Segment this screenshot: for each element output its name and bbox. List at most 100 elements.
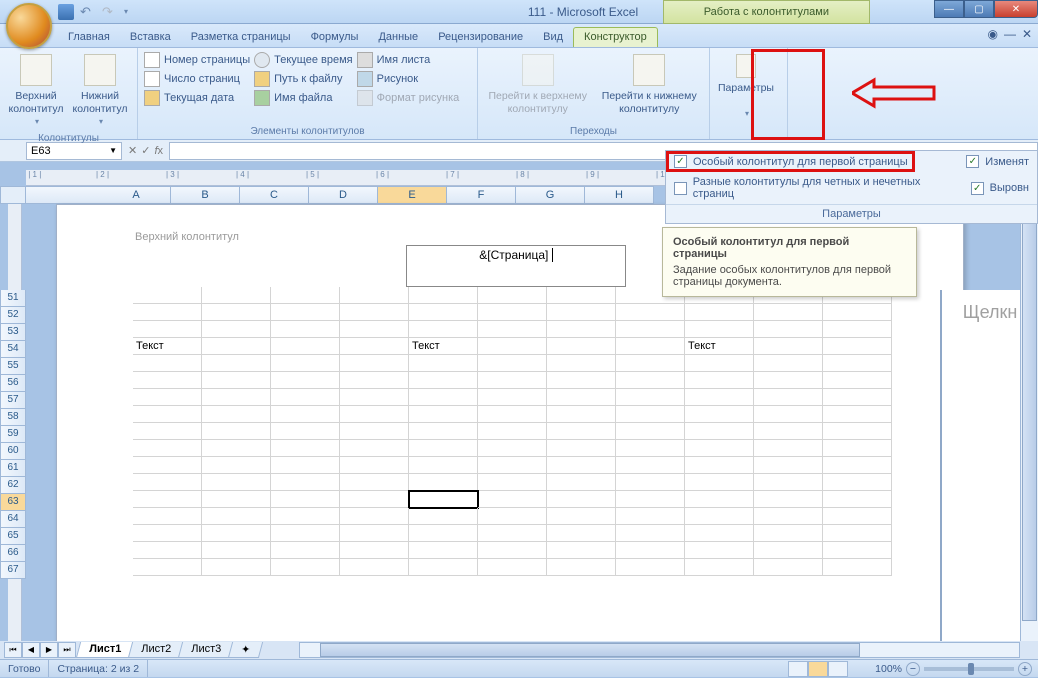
picture-button[interactable]: Рисунок [357,71,460,87]
option-change[interactable]: Изменят [985,156,1029,168]
cell[interactable] [685,423,754,440]
cell[interactable] [133,389,202,406]
column-header-H[interactable]: H [585,186,654,204]
row-header-61[interactable]: 61 [0,460,26,477]
cell[interactable] [478,372,547,389]
cell[interactable] [340,474,409,491]
cell[interactable] [685,525,754,542]
vertical-scrollbar[interactable] [1020,184,1038,641]
cell[interactable] [340,542,409,559]
row-header-66[interactable]: 66 [0,545,26,562]
cell[interactable] [547,355,616,372]
column-header-E[interactable]: E [378,186,447,204]
cell[interactable] [547,491,616,508]
cell[interactable] [133,406,202,423]
hscroll-thumb[interactable] [320,643,860,657]
cell[interactable] [478,474,547,491]
cell[interactable] [202,440,271,457]
cell[interactable] [202,457,271,474]
cell[interactable] [271,508,340,525]
cell[interactable] [547,542,616,559]
cell[interactable] [271,355,340,372]
cell[interactable] [409,440,478,457]
row-header-57[interactable]: 57 [0,392,26,409]
cell[interactable] [547,559,616,576]
cell[interactable] [133,372,202,389]
cell[interactable] [133,355,202,372]
header-edit-center[interactable]: &[Страница] [406,245,626,287]
cell[interactable] [340,440,409,457]
close-button[interactable]: ✕ [994,0,1038,18]
cell[interactable] [409,355,478,372]
cell[interactable] [685,457,754,474]
row-header-58[interactable]: 58 [0,409,26,426]
cell[interactable] [478,491,547,508]
header-button[interactable]: Верхний колонтитул [6,52,66,128]
cell[interactable] [409,559,478,576]
cell[interactable] [478,457,547,474]
redo-icon[interactable]: ↷ [102,4,118,20]
tab-design[interactable]: Конструктор [573,27,658,47]
cell[interactable] [685,321,754,338]
cell[interactable] [133,321,202,338]
cell[interactable] [340,338,409,355]
cell[interactable] [823,559,892,576]
column-header-B[interactable]: B [171,186,240,204]
zoom-out-button[interactable]: − [906,662,920,676]
horizontal-scrollbar[interactable] [299,642,1020,658]
fx-icon[interactable]: fx [154,145,163,157]
row-header-59[interactable]: 59 [0,426,26,443]
option-align[interactable]: Выровн [990,182,1029,194]
cell[interactable] [202,406,271,423]
row-header-63[interactable]: 63 [0,494,26,511]
cell[interactable] [616,389,685,406]
cell[interactable] [202,389,271,406]
zoom-slider-thumb[interactable] [968,663,974,675]
tab-data[interactable]: Данные [368,28,428,47]
column-header-F[interactable]: F [447,186,516,204]
cell[interactable] [202,338,271,355]
cell[interactable] [340,559,409,576]
tab-home[interactable]: Главная [58,28,120,47]
cell[interactable] [754,457,823,474]
cell[interactable] [754,304,823,321]
column-header-C[interactable]: C [240,186,309,204]
sheet-tab-3[interactable]: Лист3 [178,642,234,658]
cell[interactable]: Текст [133,338,202,355]
row-header-53[interactable]: 53 [0,324,26,341]
cell[interactable] [202,491,271,508]
cell[interactable] [409,372,478,389]
cell[interactable] [340,355,409,372]
cell[interactable] [409,491,478,508]
cell[interactable] [685,474,754,491]
page-number-button[interactable]: Номер страницы [144,52,250,68]
cell[interactable] [271,525,340,542]
cell[interactable] [547,508,616,525]
sheet-nav-prev[interactable]: ◀ [22,642,40,658]
cell[interactable] [478,304,547,321]
cell[interactable] [616,525,685,542]
row-header-65[interactable]: 65 [0,528,26,545]
cell[interactable] [685,508,754,525]
cell[interactable] [271,542,340,559]
tab-layout[interactable]: Разметка страницы [181,28,301,47]
cell[interactable] [616,474,685,491]
cell[interactable] [685,372,754,389]
undo-icon[interactable]: ↶ [80,4,96,20]
row-header-60[interactable]: 60 [0,443,26,460]
cell[interactable] [547,474,616,491]
cell[interactable] [547,457,616,474]
cell[interactable] [202,542,271,559]
page-count-button[interactable]: Число страниц [144,71,250,87]
cell[interactable] [823,321,892,338]
cell[interactable] [133,457,202,474]
cell[interactable] [478,321,547,338]
cell[interactable] [823,423,892,440]
cell[interactable] [409,423,478,440]
cell[interactable] [133,287,202,304]
cell[interactable] [133,508,202,525]
cell[interactable] [478,389,547,406]
checkbox-align[interactable]: ✓ [971,182,984,195]
cell[interactable] [616,440,685,457]
cell[interactable] [547,304,616,321]
